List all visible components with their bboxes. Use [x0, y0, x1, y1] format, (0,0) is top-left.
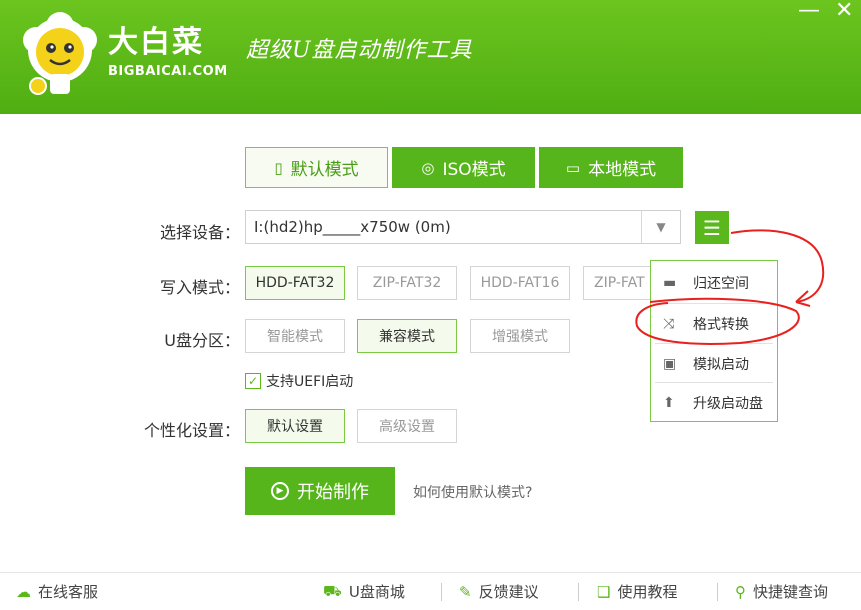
- howto-link[interactable]: 如何使用默认模式?: [413, 482, 532, 502]
- tutorial-link[interactable]: ❑ 使用教程: [597, 581, 677, 602]
- brand-domain: BIGBAICAI.COM: [108, 64, 228, 79]
- menu-item-label: 格式转换: [693, 317, 749, 333]
- slogan: 超级U盘启动制作工具: [246, 38, 473, 63]
- usb-drive-icon: ▯: [274, 158, 283, 177]
- chevron-down-icon[interactable]: ▼: [641, 211, 680, 243]
- menu-item-simulate-boot[interactable]: ▣ 模拟启动: [651, 344, 777, 384]
- divider: [578, 583, 579, 601]
- close-button[interactable]: ✕: [835, 0, 853, 23]
- shortcut-query-link[interactable]: ⚲ 快捷键查询: [735, 581, 828, 602]
- menu-button[interactable]: ☰: [695, 211, 729, 244]
- divider: [441, 583, 442, 601]
- mode-tabs: ▯ 默认模式 ◎ ISO模式 ▭ 本地模式: [245, 147, 683, 188]
- cabbage-mascot-logo: [23, 12, 97, 95]
- tab-local-mode[interactable]: ▭ 本地模式: [539, 147, 683, 188]
- tab-default-mode[interactable]: ▯ 默认模式: [245, 147, 388, 188]
- monitor-icon: ▭: [565, 158, 581, 177]
- hamburger-icon: ☰: [703, 215, 721, 240]
- tab-label: ISO模式: [442, 160, 506, 180]
- play-circle-icon: ▶: [271, 482, 289, 500]
- uefi-checkbox[interactable]: ✓ 支持UEFI启动: [245, 371, 353, 391]
- footer-bar: ☁ 在线客服 ⛟ U盘商城 ✎ 反馈建议 ❑ 使用教程 ⚲ 快捷键查询: [0, 572, 861, 610]
- tab-label: 默认模式: [290, 160, 359, 180]
- footer-label: 使用教程: [617, 583, 678, 601]
- write-mode-hdd-fat16[interactable]: HDD-FAT16: [470, 266, 570, 300]
- footer-label: U盘商城: [348, 583, 405, 601]
- tab-iso-mode[interactable]: ◎ ISO模式: [392, 147, 535, 188]
- write-mode-zip-fat32[interactable]: ZIP-FAT32: [357, 266, 457, 300]
- menu-item-upgrade-boot-disk[interactable]: ⬆ 升级启动盘: [651, 383, 777, 423]
- menu-item-label: 模拟启动: [693, 357, 749, 373]
- monitor-play-icon: ▣: [663, 356, 677, 372]
- disc-icon: ◎: [421, 158, 435, 177]
- partition-smart-mode[interactable]: 智能模式: [245, 319, 345, 353]
- personal-label: 个性化设置：: [143, 421, 240, 440]
- tools-dropdown-menu: ▬ 归还空间 ⤨ 格式转换 ▣ 模拟启动 ⬆ 升级启动盘: [650, 260, 778, 422]
- menu-item-format-convert[interactable]: ⤨ 格式转换: [651, 304, 777, 344]
- shopping-cart-icon: ⛟: [323, 581, 342, 600]
- book-icon: ❑: [597, 582, 611, 601]
- divider: [717, 583, 718, 601]
- brand: 大白菜 BIGBAICAI.COM: [108, 25, 228, 80]
- search-icon: ⚲: [735, 582, 746, 601]
- online-service-link[interactable]: ☁ 在线客服: [16, 581, 98, 602]
- write-mode-hdd-fat32[interactable]: HDD-FAT32: [245, 266, 345, 300]
- start-button[interactable]: ▶ 开始制作: [245, 467, 395, 515]
- device-value: I:(hd2)hp_____x750w (0m): [254, 218, 451, 236]
- partition-enhanced-mode[interactable]: 增强模式: [470, 319, 570, 353]
- drive-icon: ▬: [663, 275, 677, 291]
- footer-label: 快捷键查询: [753, 583, 829, 601]
- uefi-label: 支持UEFI启动: [266, 374, 354, 390]
- partition-compat-mode[interactable]: 兼容模式: [357, 319, 457, 353]
- device-select[interactable]: I:(hd2)hp_____x750w (0m) ▼: [245, 210, 681, 244]
- shuffle-icon: ⤨: [663, 316, 675, 332]
- partition-label: U盘分区：: [164, 331, 240, 350]
- device-label: 选择设备：: [159, 223, 240, 242]
- menu-item-label: 升级启动盘: [693, 396, 763, 412]
- start-label: 开始制作: [297, 482, 369, 503]
- footer-label: 在线客服: [38, 583, 99, 601]
- minimize-button[interactable]: —: [798, 0, 820, 23]
- write-mode-zip-fat16[interactable]: ZIP-FAT: [583, 266, 651, 300]
- usb-shop-link[interactable]: ⛟ U盘商城: [323, 581, 405, 602]
- upload-icon: ⬆: [663, 395, 675, 411]
- menu-item-restore-space[interactable]: ▬ 归还空间: [651, 263, 777, 303]
- footer-label: 反馈建议: [478, 583, 539, 601]
- edit-note-icon: ✎: [459, 582, 472, 601]
- chat-bubble-icon: ☁: [16, 582, 31, 601]
- menu-item-label: 归还空间: [693, 276, 749, 292]
- personal-advanced-settings[interactable]: 高级设置: [357, 409, 457, 443]
- brand-name: 大白菜: [108, 25, 204, 60]
- write-mode-label: 写入模式：: [159, 278, 240, 297]
- personal-default-settings[interactable]: 默认设置: [245, 409, 345, 443]
- title-bar: 大白菜 BIGBAICAI.COM 超级U盘启动制作工具 — ✕: [0, 0, 861, 114]
- checkmark-icon: ✓: [245, 373, 261, 389]
- feedback-link[interactable]: ✎ 反馈建议: [459, 581, 539, 602]
- tab-label: 本地模式: [588, 160, 657, 180]
